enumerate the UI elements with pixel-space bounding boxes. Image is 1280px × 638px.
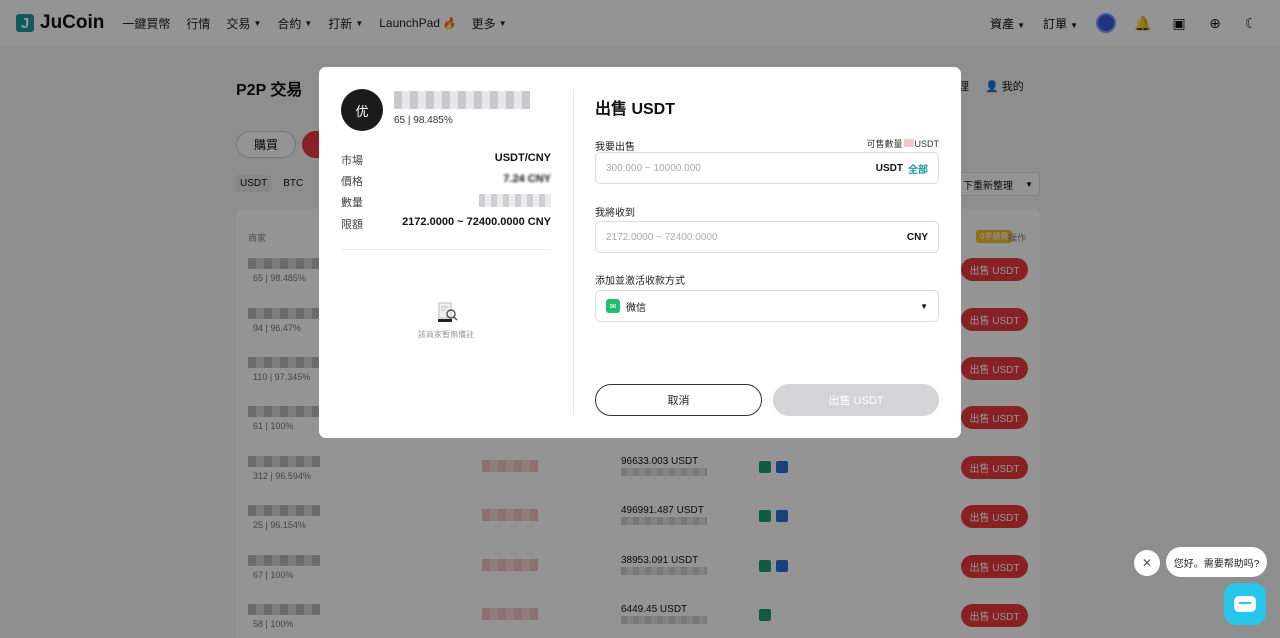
no-remark-text: 該商家暫無備註	[418, 330, 474, 339]
chat-close-button[interactable]: ✕	[1134, 550, 1160, 576]
receive-amount-input[interactable]: 2172.0000 ~ 72400.0000 CNY	[595, 221, 939, 253]
wechat-icon: ✉	[606, 299, 620, 313]
chevron-down-icon: ▼	[920, 301, 928, 311]
no-remark-icon	[438, 302, 458, 322]
chat-icon	[1234, 596, 1256, 612]
merchant-name-blurred	[394, 91, 530, 109]
payment-method-select[interactable]: ✉ 微信 ▼	[595, 290, 939, 322]
payment-method-label: 添加並激活收款方式	[595, 276, 685, 287]
all-button[interactable]: 全部	[908, 161, 928, 176]
merchant-stats: 65 | 98.485%	[394, 115, 453, 126]
confirm-sell-button[interactable]: 出售 USDT	[773, 384, 939, 416]
merchant-avatar: 优	[341, 89, 383, 131]
sell-modal: 优 65 | 98.485% 市場 USDT/CNY 價格 7.24 CNY 數…	[319, 67, 961, 438]
chat-button[interactable]	[1224, 583, 1266, 625]
modal-title: 出售 USDT	[595, 101, 676, 118]
merchant-info-panel: 优 65 | 98.485% 市場 USDT/CNY 價格 7.24 CNY 數…	[319, 67, 573, 438]
quantity-blurred	[479, 194, 551, 207]
market-row: 市場 USDT/CNY	[341, 152, 551, 167]
limit-row: 限額 2172.0000 ~ 72400.0000 CNY	[341, 216, 551, 231]
panel-divider	[573, 89, 574, 415]
chat-greeting[interactable]: 您好。需要帮助吗?	[1166, 547, 1267, 577]
divider	[341, 249, 551, 250]
cancel-button[interactable]: 取消	[595, 384, 762, 416]
available-amount: 可售數量 USDT	[866, 139, 939, 149]
price-row: 價格 7.24 CNY	[341, 173, 551, 188]
sell-amount-input[interactable]: 300.000 ~ 10000.000 USDT 全部	[595, 152, 939, 184]
available-blurred	[903, 139, 914, 147]
receive-label: 我將收到	[595, 208, 635, 219]
close-icon: ✕	[1141, 556, 1153, 570]
quantity-row: 數量	[341, 194, 551, 210]
sell-amount-label: 我要出售	[595, 142, 635, 153]
